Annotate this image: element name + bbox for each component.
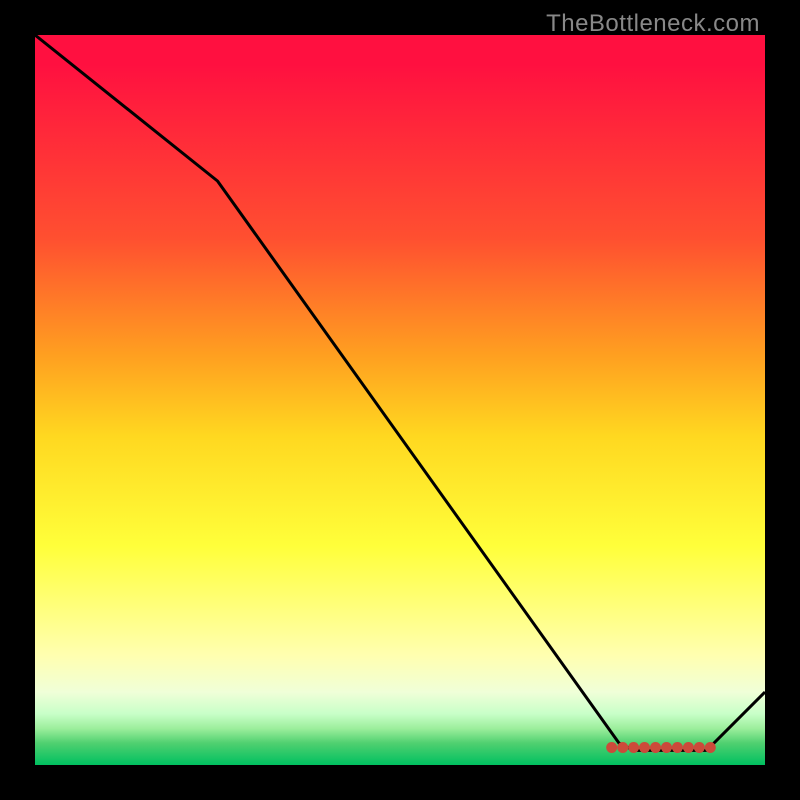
chart-frame: TheBottleneck.com — [0, 0, 800, 800]
optimum-marker — [606, 742, 617, 753]
plot-area — [35, 35, 765, 765]
optimum-marker — [661, 742, 672, 753]
optimum-marker — [628, 742, 639, 753]
optimum-marker — [683, 742, 694, 753]
optimum-marker — [694, 742, 705, 753]
optimum-marker — [617, 742, 628, 753]
watermark-text: TheBottleneck.com — [546, 10, 760, 38]
bottleneck-curve — [35, 35, 765, 765]
optimum-marker — [650, 742, 661, 753]
optimum-marker — [639, 742, 650, 753]
optimum-marker — [672, 742, 683, 753]
curve-path — [35, 35, 765, 750]
optimum-marker — [705, 742, 716, 753]
